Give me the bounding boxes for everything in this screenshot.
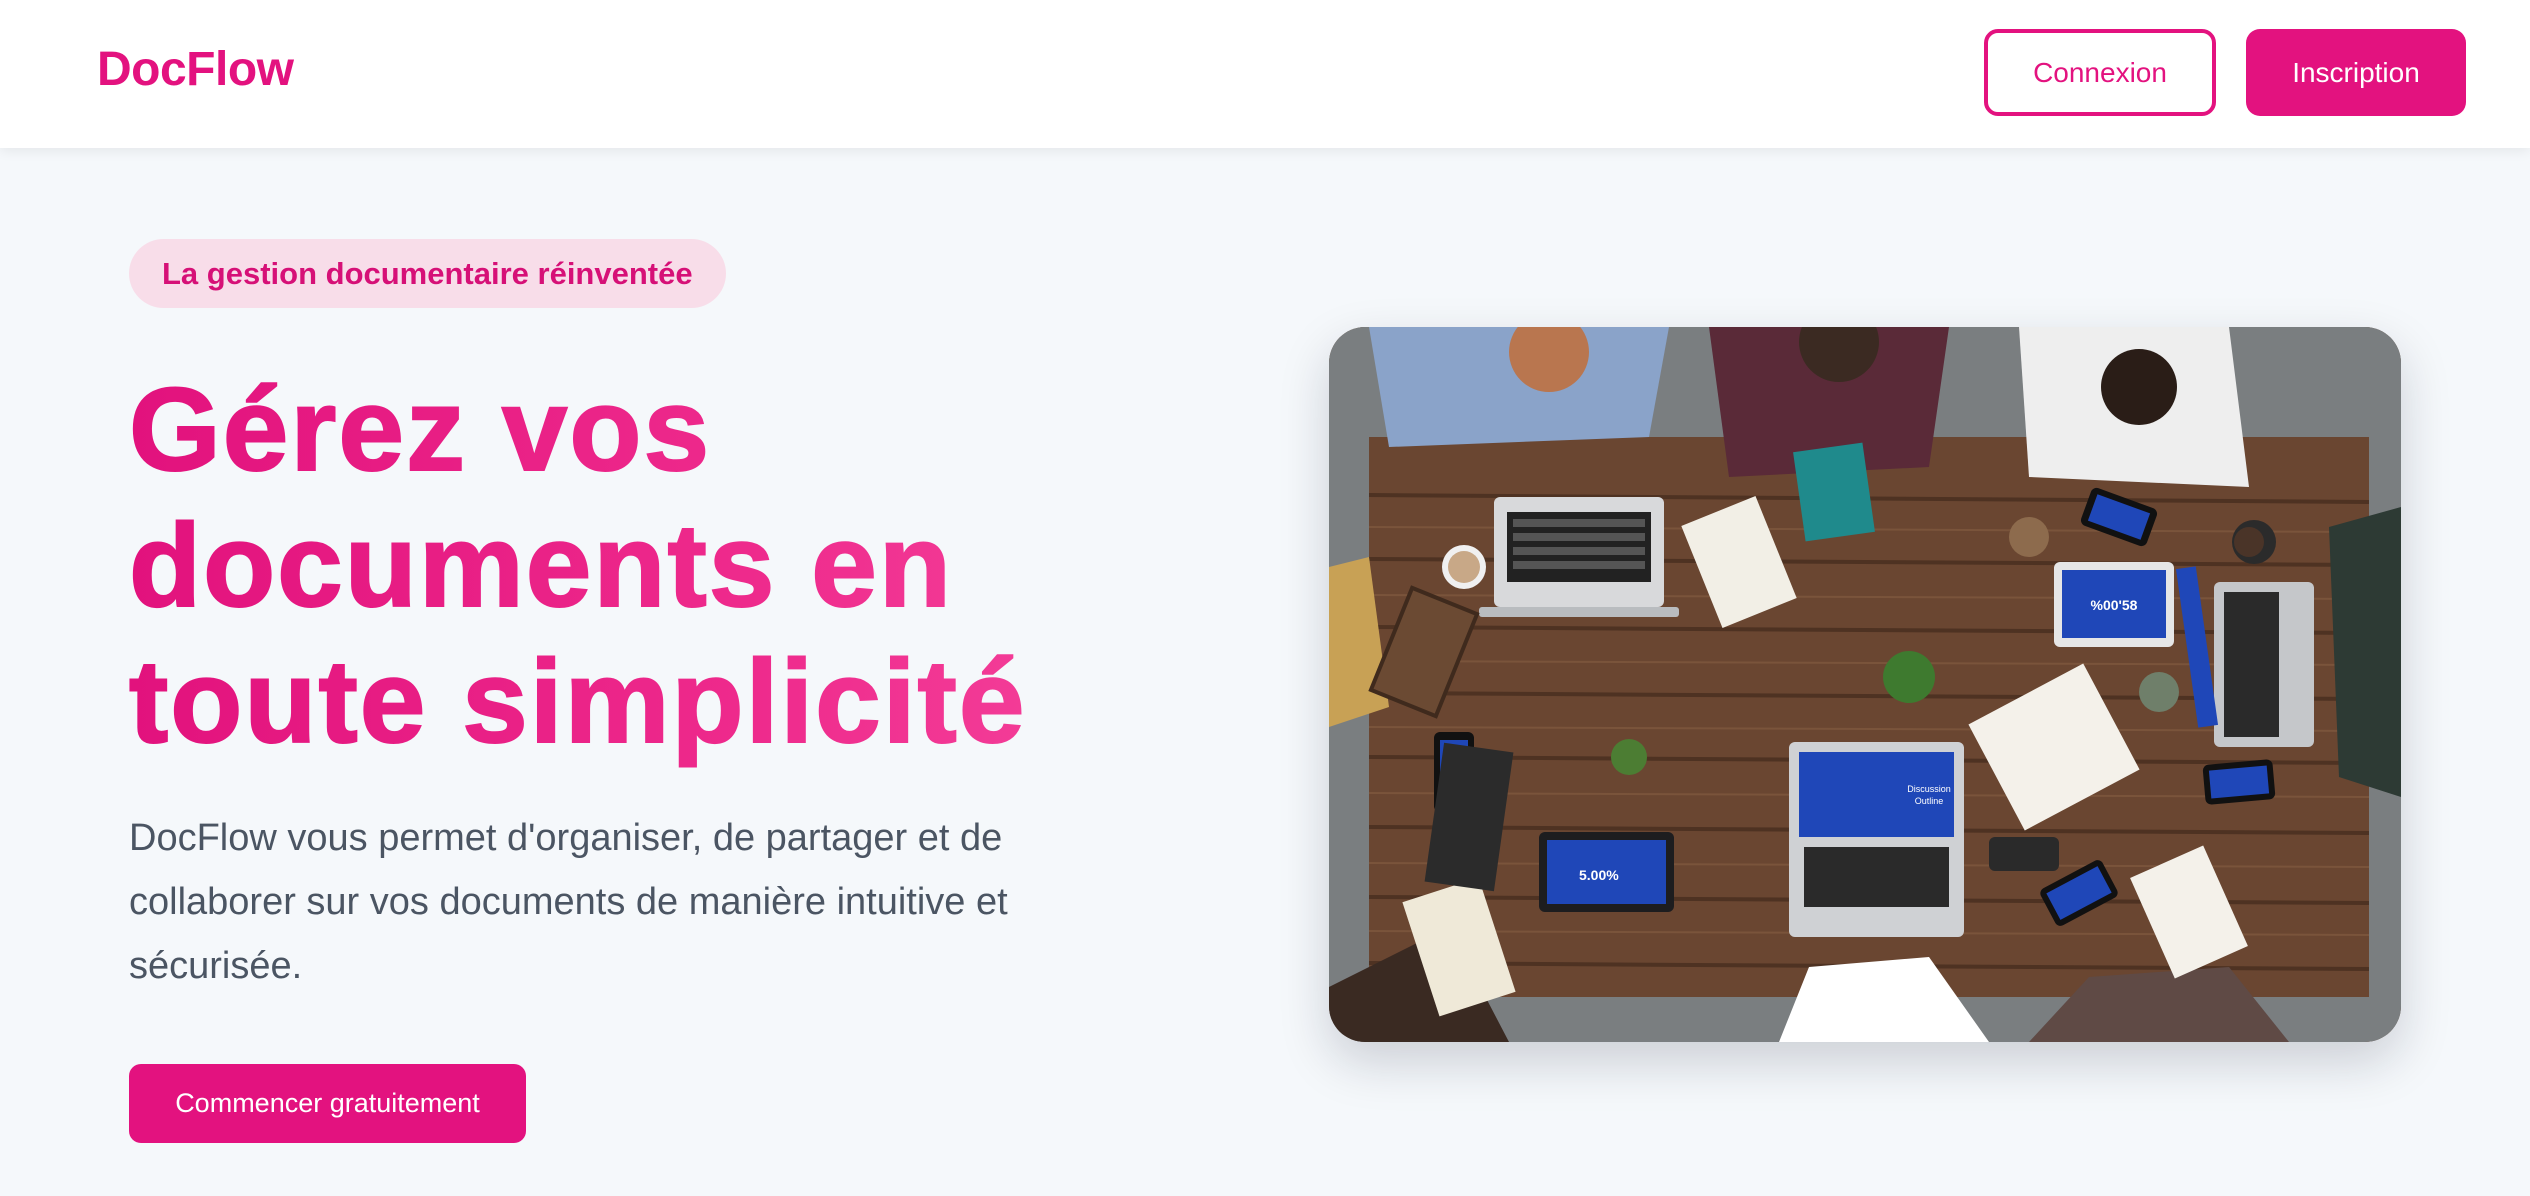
signup-button[interactable]: Inscription <box>2246 29 2466 116</box>
svg-text:%00'58: %00'58 <box>2091 597 2138 613</box>
hero-title-line-3: toute simplicité <box>128 635 1027 769</box>
hero-description: DocFlow vous permet d'organiser, de part… <box>129 817 1008 987</box>
tagline-badge: La gestion documentaire réinventée <box>129 239 726 308</box>
hero-title: Gérez vos documents en toute simplicité <box>128 362 1249 770</box>
login-button[interactable]: Connexion <box>1984 29 2216 116</box>
start-free-button[interactable]: Commencer gratuitement <box>129 1064 526 1143</box>
svg-text:Outline: Outline <box>1915 796 1944 806</box>
brand-logo[interactable]: DocFlow <box>97 42 294 97</box>
top-navbar: DocFlow Connexion Inscription <box>0 0 2530 148</box>
hero-team-meeting-image: Discussion Outline %00'58 5.00% <box>1329 327 2401 1042</box>
hero-title-line-1: Gérez vos <box>128 363 712 497</box>
svg-text:Discussion: Discussion <box>1907 784 1951 794</box>
hero-title-line-2: documents en <box>128 499 953 633</box>
svg-text:5.00%: 5.00% <box>1579 867 1619 883</box>
